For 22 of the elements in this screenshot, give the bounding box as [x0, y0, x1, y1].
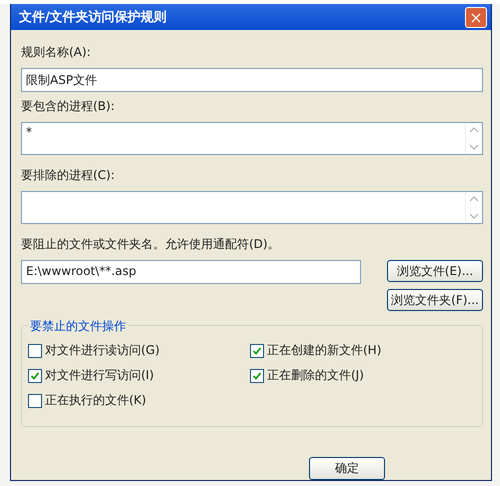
close-button[interactable]: ×	[465, 6, 487, 28]
ok-button[interactable]: 确定	[309, 457, 385, 480]
checkbox[interactable]	[250, 368, 264, 382]
checkbox[interactable]	[250, 344, 264, 358]
window-title: 文件/文件夹访问保护规则	[19, 8, 167, 26]
group-title: 要禁止的文件操作	[28, 318, 128, 335]
checkbox[interactable]	[28, 344, 42, 358]
field-label: 要阻止的文件或文件夹名。允许使用通配符(D)。	[21, 236, 281, 253]
input-field[interactable]: 限制ASP文件	[21, 68, 483, 92]
checkbox[interactable]	[28, 394, 42, 408]
checkbox-label[interactable]: 正在删除的文件(J)	[267, 367, 364, 384]
field-label: 规则名称(A):	[21, 44, 92, 61]
browse-button[interactable]: 浏览文件夹(F)...	[387, 289, 483, 311]
field-label: 要排除的进程(C):	[21, 167, 116, 184]
input-field[interactable]: E:\wwwroot\**.asp	[21, 260, 361, 284]
browse-button[interactable]: 浏览文件(E)...	[387, 260, 483, 282]
checkbox-label[interactable]: 对文件进行读访问(G)	[45, 342, 160, 359]
checkbox[interactable]	[28, 368, 42, 382]
field-label: 要包含的进程(B):	[21, 98, 116, 115]
checkbox-label[interactable]: 正在执行的文件(K)	[45, 392, 146, 409]
checkbox-label[interactable]: 对文件进行写访问(I)	[45, 367, 154, 384]
checkbox-label[interactable]: 正在创建的新文件(H)	[267, 342, 382, 359]
